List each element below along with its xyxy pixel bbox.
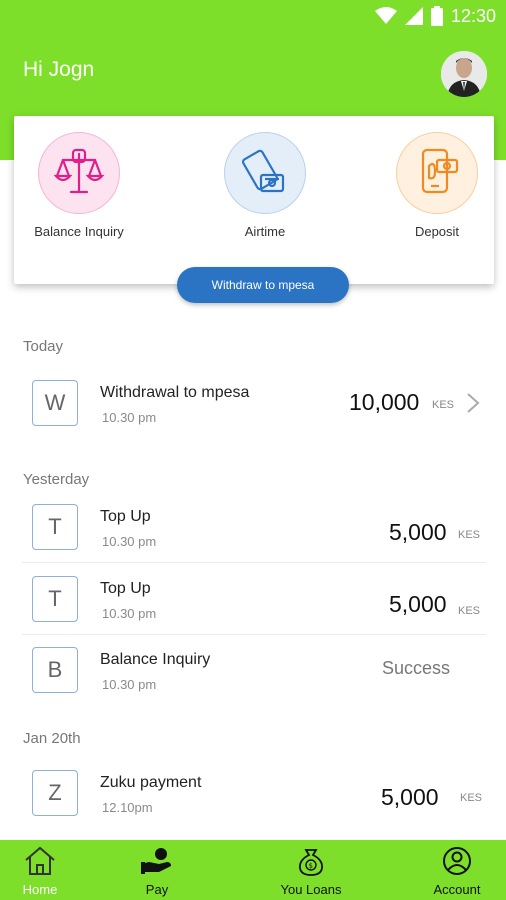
mobile-money-icon [421, 148, 459, 194]
svg-text:$: $ [309, 862, 313, 870]
transaction-currency: KES [458, 529, 481, 541]
transaction-title: Top Up [100, 508, 151, 525]
row-divider [22, 562, 486, 563]
nav-label: You Loans [280, 882, 342, 897]
status-bar: 12:30 [374, 4, 496, 28]
nav-home[interactable]: Home [0, 846, 90, 897]
deposit-icon-circle [396, 132, 478, 214]
transaction-amount: 5,000 [381, 784, 439, 810]
transaction-row[interactable]: B Balance Inquiry 10.30 pm Success [22, 637, 486, 701]
transaction-letter-badge: B [32, 647, 78, 693]
transaction-status: Success [382, 658, 451, 678]
nav-pay[interactable]: Pay [107, 846, 207, 897]
transaction-row[interactable]: Z Zuku payment 12.10pm 5,000 KES [22, 760, 486, 824]
transaction-currency: KES [460, 792, 483, 804]
transaction-title: Balance Inquiry [100, 651, 211, 668]
user-icon [443, 847, 471, 875]
transaction-time: 10.30 pm [102, 534, 157, 549]
wifi-icon [374, 7, 397, 24]
battery-icon [430, 6, 443, 26]
nav-account[interactable]: Account [407, 846, 506, 897]
service-label: Deposit [414, 224, 460, 239]
transaction-title: Withdrawal to mpesa [100, 384, 250, 401]
service-airtime[interactable]: Airtime [190, 132, 340, 239]
transaction-row[interactable]: W Withdrawal to mpesa 10.30 pm 10,000 KE… [22, 370, 486, 434]
transaction-row[interactable]: T Top Up 10.30 pm 5,000 KES [22, 494, 486, 558]
row-divider [22, 634, 486, 635]
airtime-icon-circle [224, 132, 306, 214]
transaction-letter-badge: Z [32, 770, 78, 816]
transaction-title: Top Up [100, 580, 151, 597]
transaction-time: 10.30 pm [102, 677, 157, 692]
transaction-amount: 5,000 [389, 519, 447, 545]
avatar[interactable] [441, 51, 487, 97]
phone-card-icon [241, 149, 285, 193]
transaction-time: 10.30 pm [102, 410, 157, 425]
transaction-time: 12.10pm [102, 800, 153, 815]
service-label: Airtime [244, 224, 286, 239]
transaction-letter-badge: W [32, 380, 78, 426]
nav-label: Home [22, 882, 58, 897]
nav-label: Pay [145, 882, 169, 897]
bottom-navigation: Home Pay $ You Loans Account [0, 840, 506, 900]
section-today: Today [23, 338, 64, 355]
transaction-amount: 5,000 [389, 591, 447, 617]
transaction-time: 10.30 pm [102, 606, 157, 621]
pay-icon [141, 848, 171, 874]
service-deposit[interactable]: Deposit [362, 132, 506, 239]
transaction-currency: KES [458, 605, 481, 617]
scales-icon [53, 148, 105, 194]
service-balance-inquiry[interactable]: Balance Inquiry [4, 132, 154, 239]
transaction-letter-badge: T [32, 576, 78, 622]
home-icon [25, 846, 55, 875]
service-label: Balance Inquiry [34, 224, 124, 239]
status-time: 12:30 [450, 5, 496, 26]
signal-icon [404, 7, 423, 25]
money-bag-icon: $ [299, 849, 323, 876]
nav-you-loans[interactable]: $ You Loans [261, 846, 361, 897]
nav-label: Account [433, 882, 481, 897]
section-yesterday: Yesterday [23, 471, 90, 488]
greeting-text: Hi Jogn [23, 58, 95, 81]
section-jan-20th: Jan 20th [23, 730, 81, 747]
balance-inquiry-icon-circle [38, 132, 120, 214]
transaction-currency: KES [432, 399, 455, 411]
transaction-title: Zuku payment [100, 774, 202, 791]
withdraw-to-mpesa-button[interactable]: Withdraw to mpesa [177, 267, 349, 303]
transaction-letter-badge: T [32, 504, 78, 550]
services-card: Balance Inquiry Airtime Deposit [14, 116, 494, 284]
transaction-amount: 10,000 [349, 389, 420, 415]
profile-photo [441, 51, 487, 97]
chevron-right-icon[interactable] [466, 392, 480, 414]
transaction-row[interactable]: T Top Up 10.30 pm 5,000 KES [22, 566, 486, 630]
